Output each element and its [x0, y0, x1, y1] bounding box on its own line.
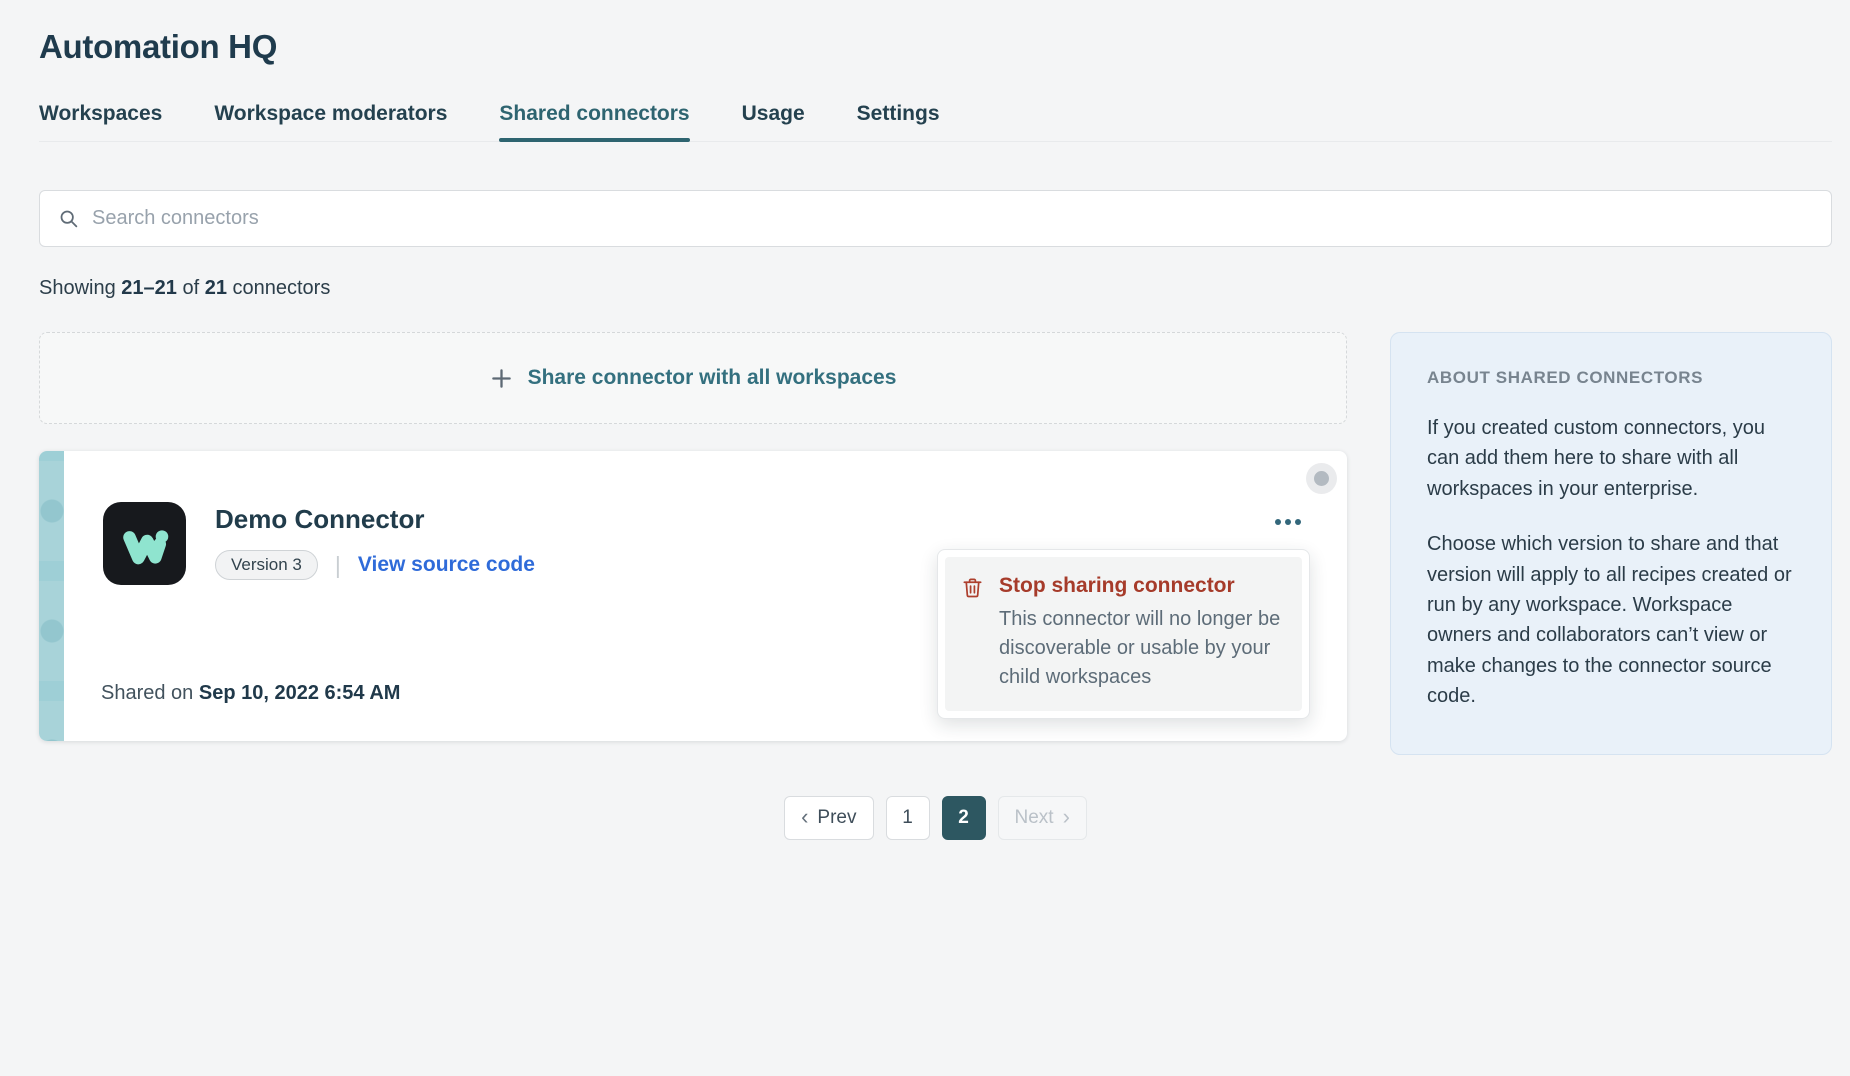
search-input[interactable]: [92, 207, 1813, 230]
shared-on-date: Sep 10, 2022 6:54 AM: [199, 682, 401, 704]
stop-sharing-title: Stop sharing connector: [999, 574, 1281, 598]
page-1-button[interactable]: 1: [886, 796, 930, 840]
meta-divider: |: [335, 552, 341, 579]
connectors-column: Share connector with all workspaces Demo…: [39, 332, 1347, 741]
search-bar[interactable]: [39, 190, 1832, 247]
ellipsis-icon: [1275, 519, 1281, 525]
version-badge: Version 3: [215, 550, 318, 580]
next-page-button[interactable]: Next ›: [998, 796, 1087, 840]
plus-icon: [490, 367, 513, 390]
chevron-right-icon: ›: [1063, 806, 1070, 828]
about-paragraph-1: If you created custom connectors, you ca…: [1427, 413, 1795, 504]
about-paragraph-2: Choose which version to share and that v…: [1427, 529, 1795, 711]
results-range: 21–21: [121, 277, 177, 299]
shared-on-text: Shared on Sep 10, 2022 6:54 AM: [101, 682, 400, 705]
stop-sharing-menu-item[interactable]: Stop sharing connector This connector wi…: [945, 557, 1302, 711]
more-actions-button[interactable]: [1269, 513, 1307, 531]
prev-page-button[interactable]: ‹ Prev: [784, 796, 873, 840]
results-summary: Showing 21–21 of 21 connectors: [39, 277, 1832, 300]
tab-shared-connectors[interactable]: Shared connectors: [499, 102, 689, 141]
connector-info: Demo Connector Version 3 | View source c…: [215, 502, 535, 585]
connector-meta: Version 3 | View source code: [215, 550, 535, 580]
stop-sharing-description: This connector will no longer be discove…: [999, 605, 1281, 691]
tab-workspace-moderators[interactable]: Workspace moderators: [214, 102, 447, 141]
connector-card: Demo Connector Version 3 | View source c…: [39, 451, 1347, 741]
trash-icon: [961, 576, 984, 599]
connector-logo: [103, 502, 186, 585]
connector-context-menu: Stop sharing connector This connector wi…: [937, 549, 1310, 719]
chevron-left-icon: ‹: [801, 806, 808, 828]
workato-w-icon: [114, 513, 176, 575]
card-status-dot: [1306, 463, 1337, 494]
connector-name: Demo Connector: [215, 504, 535, 535]
search-icon: [58, 208, 79, 229]
status-dot-inner: [1314, 471, 1329, 486]
tab-settings[interactable]: Settings: [857, 102, 940, 141]
view-source-link[interactable]: View source code: [358, 553, 535, 577]
about-panel-title: ABOUT SHARED CONNECTORS: [1427, 368, 1795, 388]
page-title: Automation HQ: [39, 28, 1832, 66]
menu-item-text: Stop sharing connector This connector wi…: [999, 574, 1281, 691]
main-content: Share connector with all workspaces Demo…: [39, 332, 1832, 755]
tab-bar: Workspaces Workspace moderators Shared c…: [39, 102, 1832, 142]
page-2-button[interactable]: 2: [942, 796, 986, 840]
results-total: 21: [205, 277, 227, 299]
pagination: ‹ Prev 1 2 Next ›: [39, 796, 1832, 840]
share-connector-button[interactable]: Share connector with all workspaces: [39, 332, 1347, 424]
share-connector-label: Share connector with all workspaces: [528, 366, 897, 390]
about-shared-connectors-panel: ABOUT SHARED CONNECTORS If you created c…: [1390, 332, 1832, 755]
page: Automation HQ Workspaces Workspace moder…: [0, 28, 1850, 840]
tab-workspaces[interactable]: Workspaces: [39, 102, 162, 141]
tab-usage[interactable]: Usage: [742, 102, 805, 141]
